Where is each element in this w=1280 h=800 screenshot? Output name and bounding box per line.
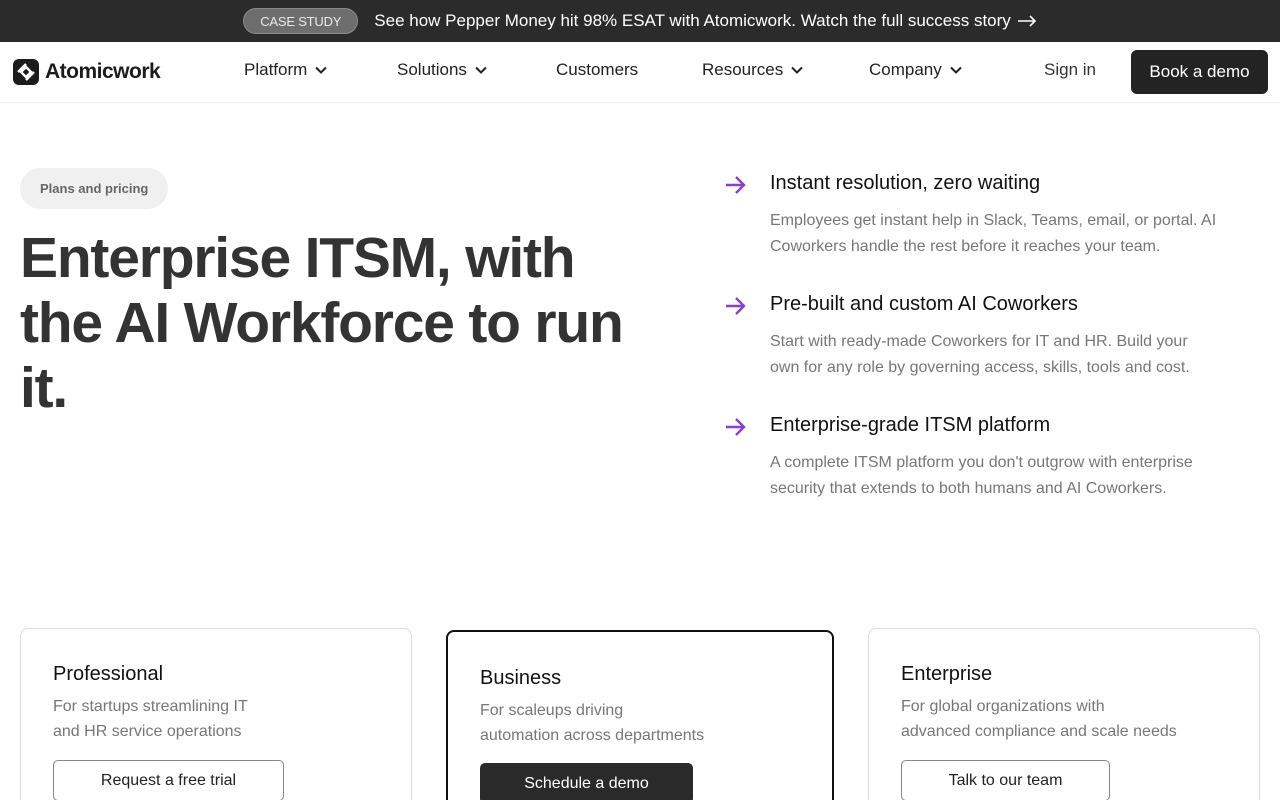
sign-in-link[interactable]: Sign in	[1044, 60, 1096, 80]
nav-resources-label: Resources	[702, 60, 784, 79]
plan-name: Professional	[53, 663, 164, 685]
nav-customers-label: Customers	[556, 60, 639, 79]
announcement-bar: CASE STUDY See how Pepper Money hit 98% …	[0, 0, 1280, 42]
feature-title: Pre-built and custom AI Coworkers	[770, 293, 1078, 315]
feature-description: Employees get instant help in Slack, Tea…	[770, 212, 1217, 255]
plan-description-line: For startups streamlining IT	[53, 698, 248, 715]
chevron-down-icon	[950, 66, 962, 74]
plans-pricing-pill: Plans and pricing	[20, 168, 169, 209]
plan-description: For scaleups driving automation across d…	[480, 698, 704, 748]
plan-card-professional: Professional For startups streamlining I…	[20, 628, 412, 800]
plan-card-business: Business For scaleups driving automation…	[446, 630, 834, 800]
plan-description-line: advanced compliance and scale needs	[901, 723, 1177, 740]
plan-description-line: automation across departments	[480, 727, 705, 744]
nav-customers[interactable]: Customers	[556, 60, 638, 80]
plan-name: Enterprise	[901, 663, 993, 685]
plan-card-enterprise: Enterprise For global organizations with…	[868, 628, 1260, 800]
feature-description: A complete ITSM platform you don't outgr…	[770, 454, 1193, 497]
feature-title: Instant resolution, zero waiting	[770, 172, 1041, 194]
talk-to-team-button[interactable]: Talk to our team	[901, 760, 1110, 800]
nav-solutions[interactable]: Solutions	[397, 60, 487, 80]
feature-title: Enterprise-grade ITSM platform	[770, 414, 1051, 436]
plan-description: For global organizations with advanced c…	[901, 694, 1177, 744]
nav-platform-label: Platform	[244, 60, 308, 79]
announcement-text: See how Pepper Money hit 98% ESAT with A…	[374, 11, 1011, 30]
arrow-right-icon	[726, 176, 746, 194]
arrow-right-icon	[1017, 15, 1036, 27]
atomicwork-logo[interactable]: Atomicwork	[13, 59, 161, 85]
plan-description-line: For global organizations with	[901, 698, 1105, 715]
nav-resources[interactable]: Resources	[702, 60, 803, 80]
logo-wordmark: Atomicwork	[45, 60, 161, 83]
feature-description: Start with ready-made Coworkers for IT a…	[770, 333, 1190, 376]
plan-name: Business	[480, 667, 562, 689]
nav-company-label: Company	[869, 60, 942, 79]
request-free-trial-button[interactable]: Request a free trial	[53, 760, 284, 800]
page-title: Enterprise ITSM, with the AI Workforce t…	[20, 226, 624, 420]
plan-description-line: For scaleups driving	[480, 702, 624, 719]
plan-description: For startups streamlining IT and HR serv…	[53, 694, 248, 744]
nav-platform[interactable]: Platform	[244, 60, 328, 80]
success-story-link[interactable]: See how Pepper Money hit 98% ESAT with A…	[374, 11, 1037, 31]
schedule-demo-button[interactable]: Schedule a demo	[480, 763, 693, 800]
chevron-down-icon	[315, 66, 328, 74]
case-study-badge[interactable]: CASE STUDY	[243, 8, 359, 34]
atomicwork-logo-icon	[13, 59, 39, 85]
arrow-right-icon	[726, 297, 746, 315]
chevron-down-icon	[475, 66, 487, 74]
nav-company[interactable]: Company	[869, 60, 962, 80]
book-demo-button[interactable]: Book a demo	[1131, 50, 1268, 94]
chevron-down-icon	[791, 66, 803, 74]
nav-solutions-label: Solutions	[397, 60, 467, 79]
arrow-right-icon	[726, 418, 746, 436]
top-navigation: Atomicwork Platform Solutions Customers …	[0, 42, 1280, 103]
plan-description-line: and HR service operations	[53, 723, 242, 740]
